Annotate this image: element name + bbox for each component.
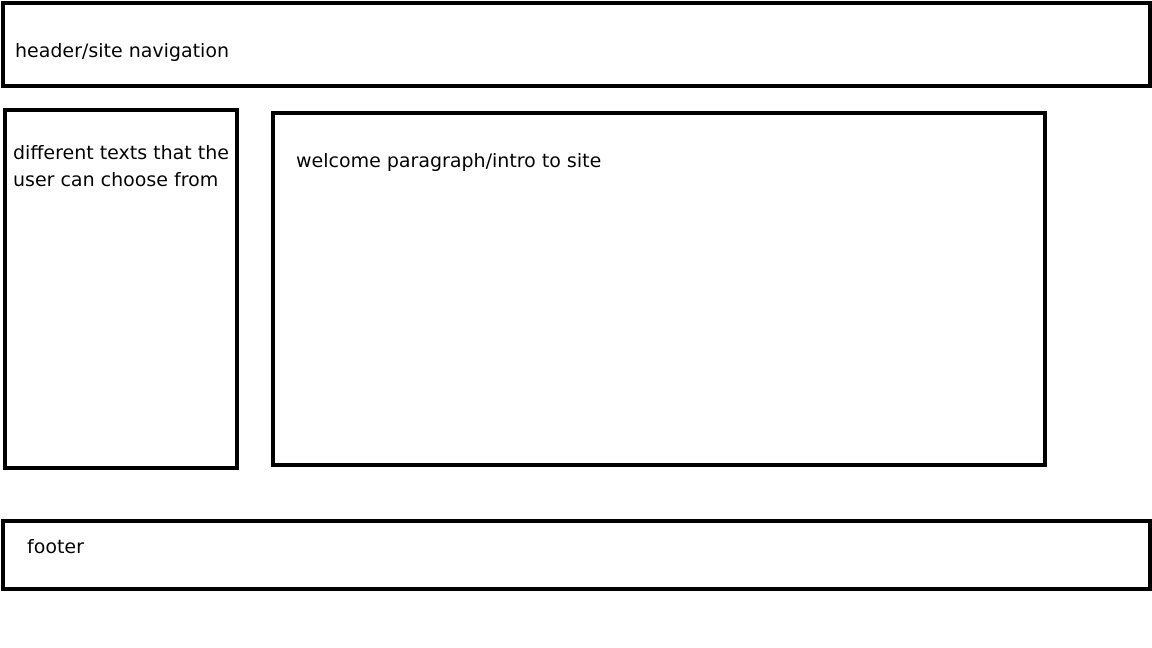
main-content-label: welcome paragraph/intro to site: [296, 150, 602, 172]
sidebar-box: different texts that the user can choose…: [3, 108, 239, 470]
main-content-box: welcome paragraph/intro to site: [271, 111, 1047, 467]
header-label: header/site navigation: [15, 40, 230, 62]
footer-label: footer: [27, 536, 84, 558]
footer-box: footer: [1, 519, 1152, 591]
sidebar-label: different texts that the user can choose…: [13, 142, 229, 191]
header-box: header/site navigation: [1, 1, 1152, 88]
